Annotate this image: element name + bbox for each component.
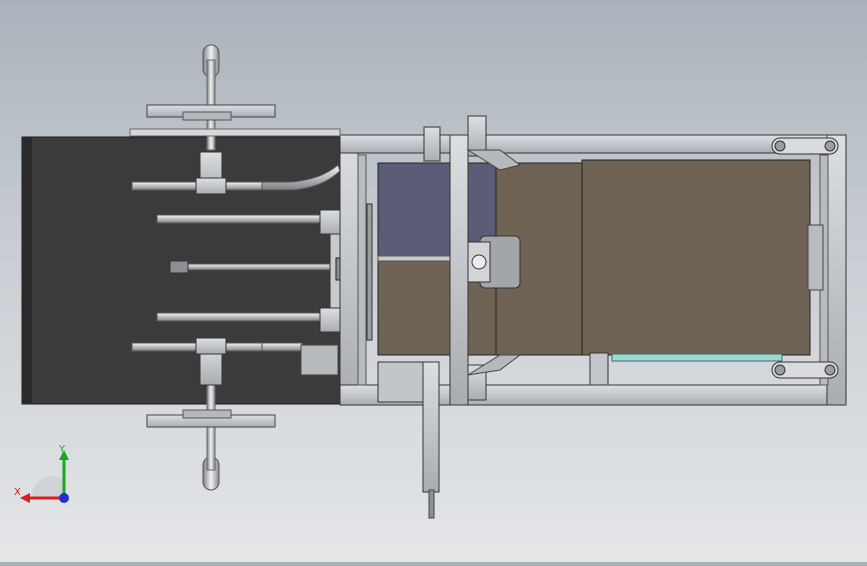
- teal-strip[interactable]: [611, 353, 783, 362]
- x-axis-label: X: [14, 487, 21, 498]
- cad-viewport[interactable]: [0, 0, 867, 562]
- assembly-model[interactable]: [0, 0, 867, 562]
- x-axis-arrowhead: [20, 493, 30, 503]
- z-axis-dot: [59, 493, 69, 503]
- axis-triad: Y X: [14, 440, 74, 510]
- linear-actuator[interactable]: [377, 361, 440, 519]
- y-axis-label: Y: [58, 444, 66, 455]
- brown-panel-main[interactable]: [495, 159, 824, 356]
